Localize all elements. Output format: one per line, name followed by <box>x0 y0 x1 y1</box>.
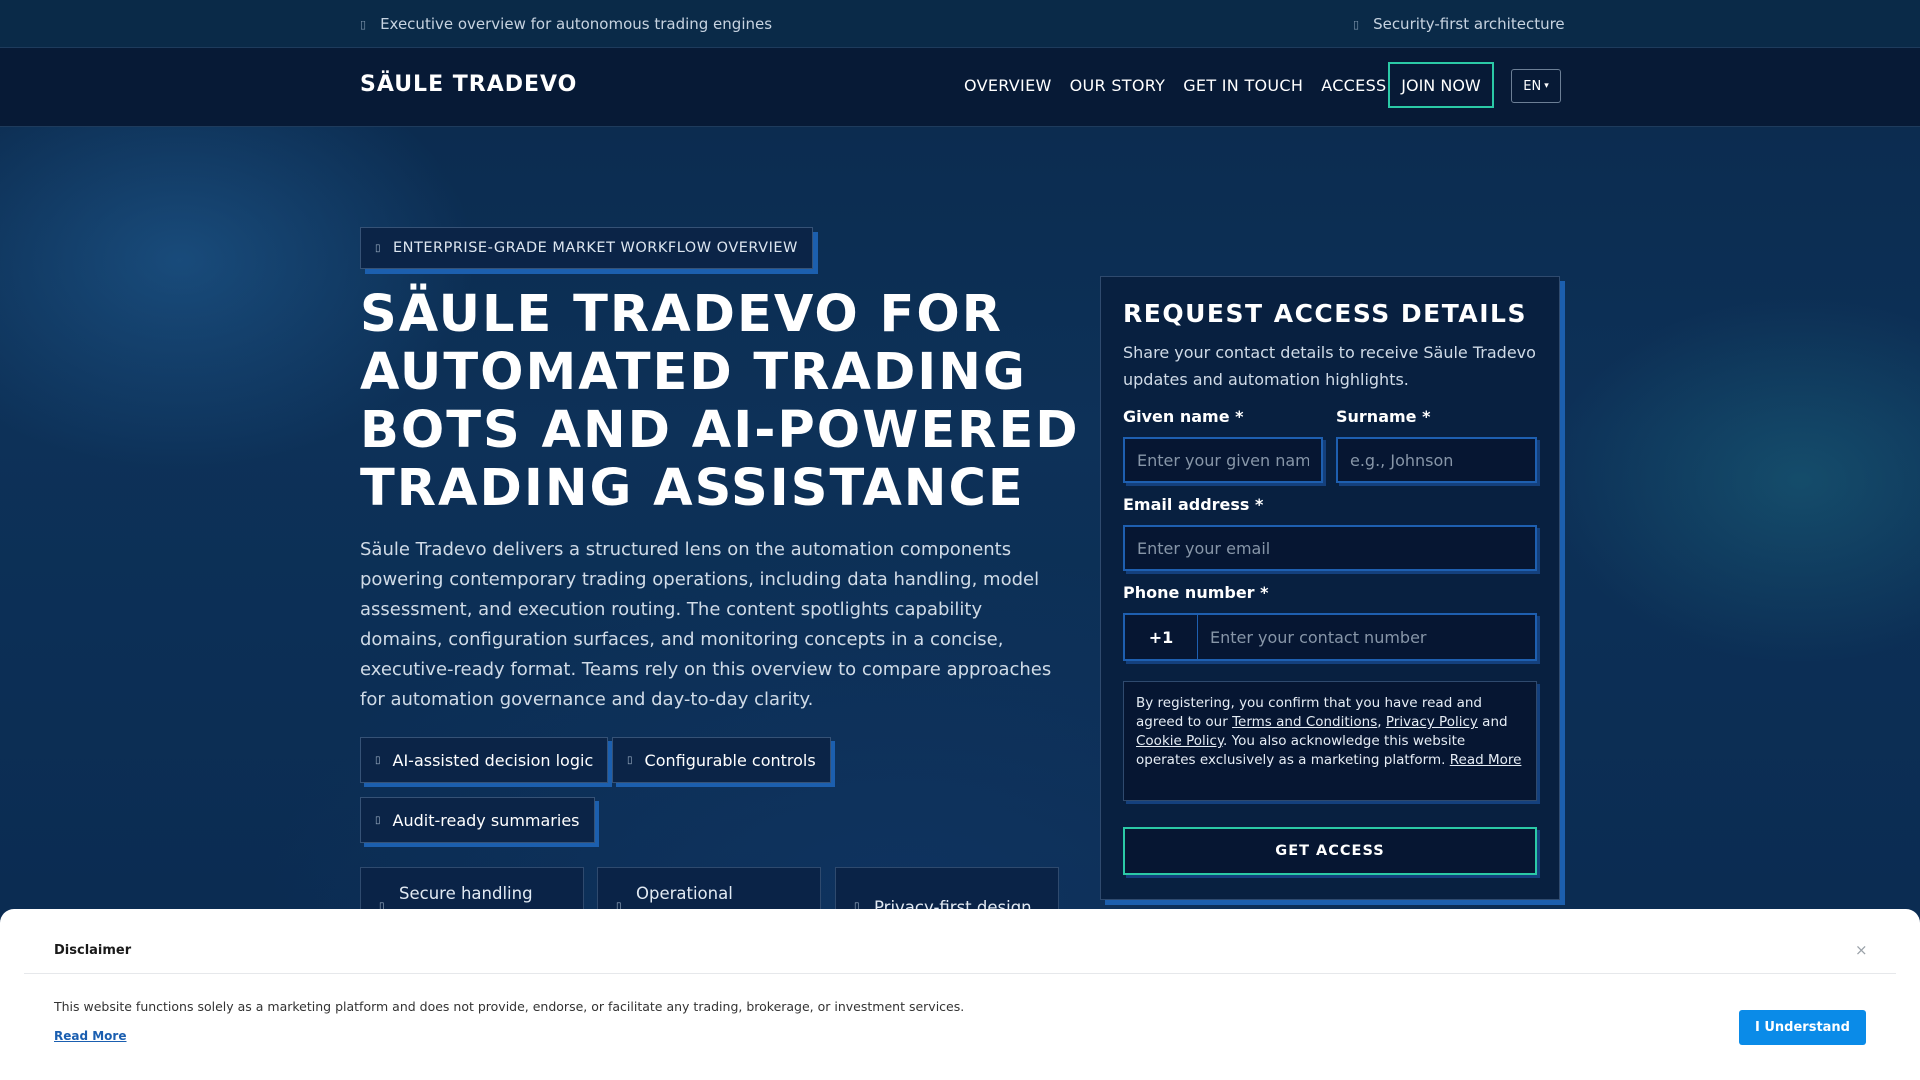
disclaimer-read-more-link[interactable]: Read More <box>54 1029 127 1043</box>
hero-title: SÄULE TRADEVO FOR AUTOMATED TRADING BOTS… <box>360 285 1080 518</box>
nav-link-get-in-touch[interactable]: GET IN TOUCH <box>1183 76 1303 95</box>
form-subtitle: Share your contact details to receive Sä… <box>1123 343 1536 389</box>
consent-read-more-link[interactable]: Read More <box>1450 752 1522 768</box>
cookie-policy-link[interactable]: Cookie Policy <box>1136 733 1223 749</box>
phone-label: Phone number * <box>1123 583 1269 602</box>
chip-square-icon: ▯ <box>627 754 633 766</box>
consent-text: By registering, you confirm that you hav… <box>1123 681 1537 801</box>
disclaimer-divider <box>24 973 1896 974</box>
chip-square-icon: ▯ <box>375 814 381 826</box>
consent-sep2: and <box>1477 714 1508 730</box>
close-icon[interactable]: × <box>1855 941 1868 959</box>
chip-square-icon: ▯ <box>375 754 381 766</box>
language-label: EN <box>1523 78 1542 94</box>
given-name-input[interactable] <box>1123 437 1323 483</box>
terms-link[interactable]: Terms and Conditions <box>1232 714 1377 730</box>
info-square-icon: ▯ <box>360 17 367 31</box>
chip-label: AI-assisted decision logic <box>392 750 594 770</box>
consent-sep1: , <box>1377 714 1386 730</box>
hero-description: Säule Tradevo delivers a structured lens… <box>360 539 1052 710</box>
topbar-left: ▯ Executive overview for autonomous trad… <box>360 15 772 33</box>
chip-ai-decision-logic: ▯ AI-assisted decision logic <box>360 737 609 783</box>
chip-label: Audit-ready summaries <box>392 810 580 830</box>
disclaimer-title: Disclaimer <box>54 943 132 958</box>
shield-square-icon: ▯ <box>1353 17 1360 31</box>
topbar-right: ▯ Security-first architecture <box>1353 15 1565 33</box>
disclaimer-banner: Disclaimer × This website functions sole… <box>0 909 1920 1080</box>
privacy-policy-link[interactable]: Privacy Policy <box>1386 714 1478 730</box>
given-name-label: Given name * <box>1123 407 1244 426</box>
surname-input[interactable] <box>1336 437 1537 483</box>
nav-links: OVERVIEW OUR STORY GET IN TOUCH ACCESS <box>964 76 1386 95</box>
phone-field: +1 <box>1123 613 1537 661</box>
brand-logo[interactable]: SÄULE TRADEVO <box>360 72 577 97</box>
nav-link-overview[interactable]: OVERVIEW <box>964 76 1052 95</box>
chip-label: Configurable controls <box>644 750 816 770</box>
topbar-right-text: Security-first architecture <box>1373 15 1565 33</box>
request-access-form: REQUEST ACCESS DETAILS Share your contac… <box>1100 276 1560 900</box>
email-input[interactable] <box>1123 525 1537 571</box>
nav-link-our-story[interactable]: OUR STORY <box>1070 76 1166 95</box>
hero-eyebrow-badge: ▯ ENTERPRISE-GRADE MARKET WORKFLOW OVERV… <box>360 227 813 269</box>
phone-input[interactable] <box>1198 615 1535 659</box>
feature-label: Secure handling <box>399 884 533 903</box>
language-selector[interactable]: EN ▾ <box>1511 69 1561 103</box>
email-label: Email address * <box>1123 495 1264 514</box>
main-navbar: SÄULE TRADEVO OVERVIEW OUR STORY GET IN … <box>0 48 1920 127</box>
nav-link-access[interactable]: ACCESS <box>1321 76 1386 95</box>
chip-audit-ready-summaries: ▯ Audit-ready summaries <box>360 797 595 843</box>
badge-square-icon: ▯ <box>375 242 382 254</box>
eyebrow-text: ENTERPRISE-GRADE MARKET WORKFLOW OVERVIE… <box>393 240 798 256</box>
chevron-down-icon: ▾ <box>1544 81 1549 91</box>
phone-country-code[interactable]: +1 <box>1125 615 1198 659</box>
form-title: REQUEST ACCESS DETAILS <box>1123 299 1527 328</box>
topbar-left-text: Executive overview for autonomous tradin… <box>380 15 773 33</box>
top-info-bar: ▯ Executive overview for autonomous trad… <box>0 0 1920 48</box>
chip-configurable-controls: ▯ Configurable controls <box>612 737 831 783</box>
get-access-button[interactable]: GET ACCESS <box>1123 827 1537 875</box>
i-understand-button[interactable]: I Understand <box>1739 1010 1866 1045</box>
feature-label: Operational <box>636 884 733 903</box>
disclaimer-text: This website functions solely as a marke… <box>54 999 965 1014</box>
surname-label: Surname * <box>1336 407 1431 426</box>
join-now-button[interactable]: JOIN NOW <box>1388 62 1494 108</box>
